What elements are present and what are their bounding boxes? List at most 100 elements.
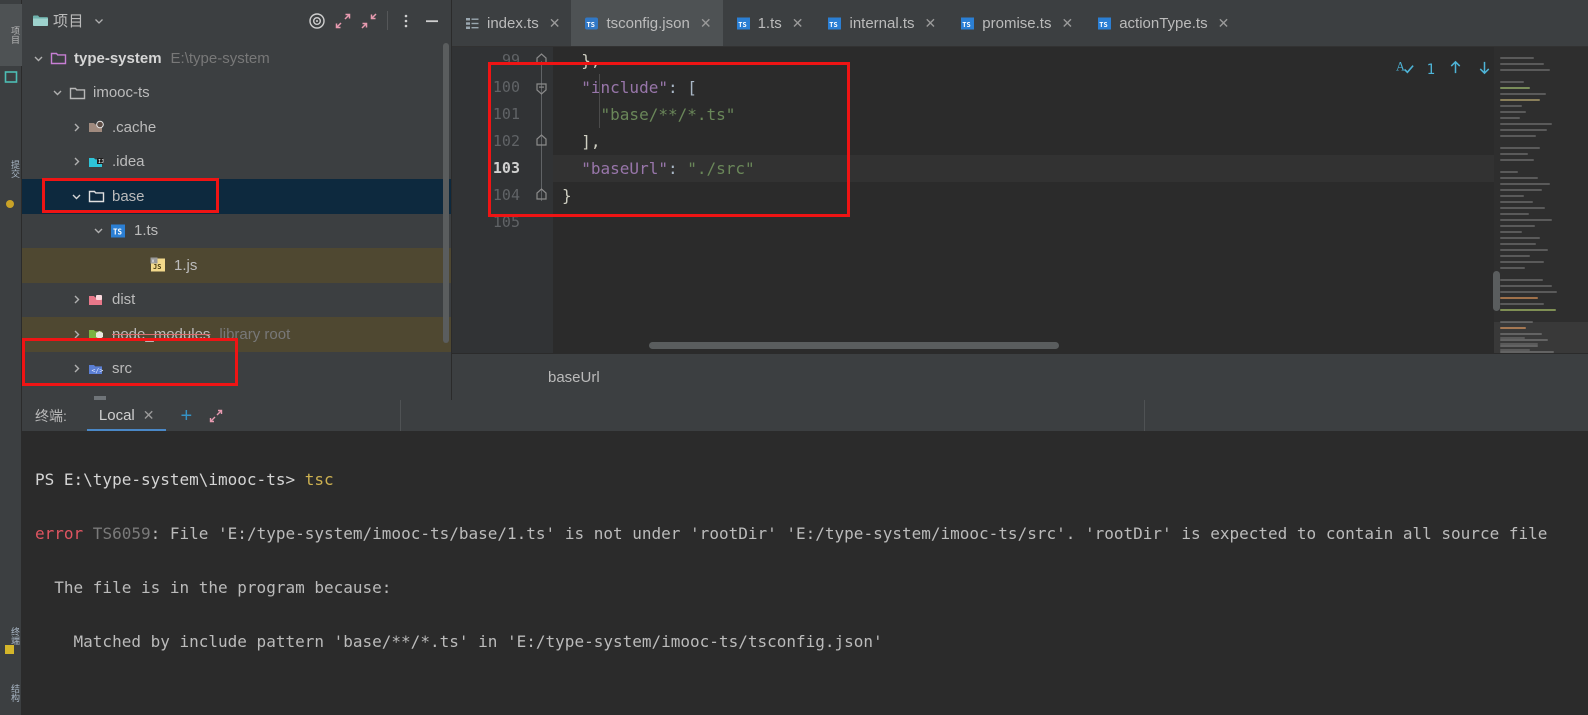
fold-end-marker-icon[interactable] [534,47,549,74]
editor-vertical-scrollbar[interactable] [1493,271,1500,311]
add-terminal-icon[interactable]: + [180,406,192,426]
tab-promise-ts[interactable]: TS promise.ts ✕ [947,0,1084,46]
chevron-down-icon[interactable] [93,15,105,27]
terminal-line: The file is in the program because: [35,574,1588,601]
chevron-down-icon[interactable] [32,52,45,65]
chevron-right-icon[interactable] [70,155,83,168]
more-options-icon[interactable] [393,8,419,34]
breadcrumb[interactable]: baseUrl [452,353,1588,400]
fold-collapse-marker-icon[interactable] [534,74,549,101]
close-icon[interactable]: ✕ [1061,16,1073,30]
code-token-string: "./src" [687,159,755,178]
code-token-string: "base/**/*.ts" [600,105,736,124]
line-number: 102 [492,132,520,150]
chevron-down-icon[interactable] [92,224,105,237]
code-line-103[interactable]: "baseUrl": "./src" [553,155,1588,182]
project-tool-icon[interactable] [4,70,18,84]
typescript-file-icon: TS [1097,16,1112,31]
line-number: 99 [501,51,520,69]
close-icon[interactable]: ✕ [1218,16,1230,30]
tool-window-button-commit[interactable]: 提交 [0,140,22,198]
inspection-icon[interactable]: A [1396,58,1415,82]
tree-row-src[interactable]: </> src [22,352,451,387]
typescript-file-icon: TS [110,223,127,239]
code-editor[interactable]: 99 100 101 102 103 104 105 }, "include":… [452,47,1588,353]
editor-minimap[interactable] [1494,47,1588,353]
tab-1-ts[interactable]: TS 1.ts ✕ [723,0,815,46]
tree-row-imooc-ts[interactable]: imooc-ts [22,76,451,111]
tree-row-1-ts[interactable]: TS 1.ts [22,214,451,249]
code-token: : [ [667,78,697,97]
tool-window-button-terminal[interactable]: 终端 [0,610,22,662]
code-line-102[interactable]: ], [553,128,1588,155]
chevron-right-icon[interactable] [70,328,83,341]
project-file-tree[interactable]: type-system E:\type-system imooc-ts .cac… [22,41,451,400]
tree-label: 1.js [174,256,198,274]
project-tree-scrollbar[interactable] [443,43,449,343]
code-line-101[interactable]: "base/**/*.ts" [553,101,1588,128]
code-line-104[interactable]: } [553,182,1588,209]
expand-all-icon[interactable] [330,8,356,34]
tree-label: imooc-ts [93,84,150,102]
tab-label: index.ts [487,14,539,32]
line-number: 105 [492,213,520,231]
list-file-icon [465,16,480,31]
locate-target-icon[interactable] [304,8,330,34]
hide-panel-icon[interactable] [419,8,445,34]
tab-label: 1.ts [757,14,782,32]
fold-end-marker-icon[interactable] [534,128,549,155]
tool-window-button-project[interactable]: 项目 [0,4,22,66]
terminal-tab-bar: 终端: Local ✕ + [22,400,1588,431]
toolbar-divider [387,11,388,30]
tool-window-label-project: 项目 [10,26,20,44]
close-icon[interactable]: ✕ [925,16,937,30]
chevron-down-icon[interactable] [51,86,64,99]
fold-end-marker-icon[interactable] [534,182,549,209]
svg-text:A: A [1396,59,1405,73]
close-icon[interactable]: ✕ [700,16,712,30]
folder-project-icon [50,50,67,66]
collapse-all-icon[interactable] [356,8,382,34]
chevron-right-icon[interactable] [70,293,83,306]
editor-horizontal-scrollbar[interactable] [649,342,1059,349]
terminal-output[interactable]: PS E:\type-system\imooc-ts> tsc error TS… [22,431,1588,715]
code-text-area[interactable]: }, "include": [ "base/**/*.ts" ], "baseU… [553,47,1588,353]
tab-index-ts[interactable]: index.ts ✕ [452,0,571,46]
tree-row-dist[interactable]: dist [22,283,451,318]
close-icon[interactable]: ✕ [143,407,155,424]
terminal-tab-local[interactable]: Local ✕ [86,400,167,431]
chevron-down-icon[interactable] [70,190,83,203]
svg-text:TS: TS [113,227,123,236]
tree-row-base[interactable]: base [22,179,451,214]
tab-tsconfig-json[interactable]: TS tsconfig.json ✕ [571,0,723,46]
tree-row-idea[interactable]: IJ .idea [22,145,451,180]
tool-window-button-structure[interactable]: 结构 [0,672,22,714]
inspection-widget[interactable]: A 1 [1396,58,1493,82]
close-icon[interactable]: ✕ [792,16,804,30]
arrow-down-icon[interactable] [1476,59,1493,81]
tree-row-cache[interactable]: .cache [22,110,451,145]
tool-window-label-commit: 提交 [10,160,20,178]
tab-internal-ts[interactable]: TS internal.ts ✕ [814,0,947,46]
chevron-right-icon[interactable] [70,362,83,375]
typescript-file-icon: TS [960,16,975,31]
code-token-key: "include" [581,78,668,97]
tree-row-partial[interactable] [22,386,451,400]
tab-actiontype-ts[interactable]: TS actionType.ts ✕ [1084,0,1240,46]
tree-row-1-js[interactable]: JS x 1.js [22,248,451,283]
code-folding-gutter[interactable] [530,47,553,353]
code-line-105[interactable] [553,209,1588,236]
expand-icon[interactable] [208,408,224,424]
breadcrumb-item[interactable]: baseUrl [548,369,600,386]
arrow-up-icon[interactable] [1447,59,1464,81]
tool-window-label-structure: 结构 [10,684,20,702]
tree-row-type-system[interactable]: type-system E:\type-system [22,41,451,76]
tab-label: tsconfig.json [606,14,690,32]
tree-row-node-modules[interactable]: node_modules library root [22,317,451,352]
close-icon[interactable]: ✕ [549,16,561,30]
chevron-right-icon[interactable] [70,121,83,134]
terminal-tab-label: Local [98,407,135,424]
folder-dist-icon [88,292,105,308]
inspection-count: 1 [1426,62,1435,78]
